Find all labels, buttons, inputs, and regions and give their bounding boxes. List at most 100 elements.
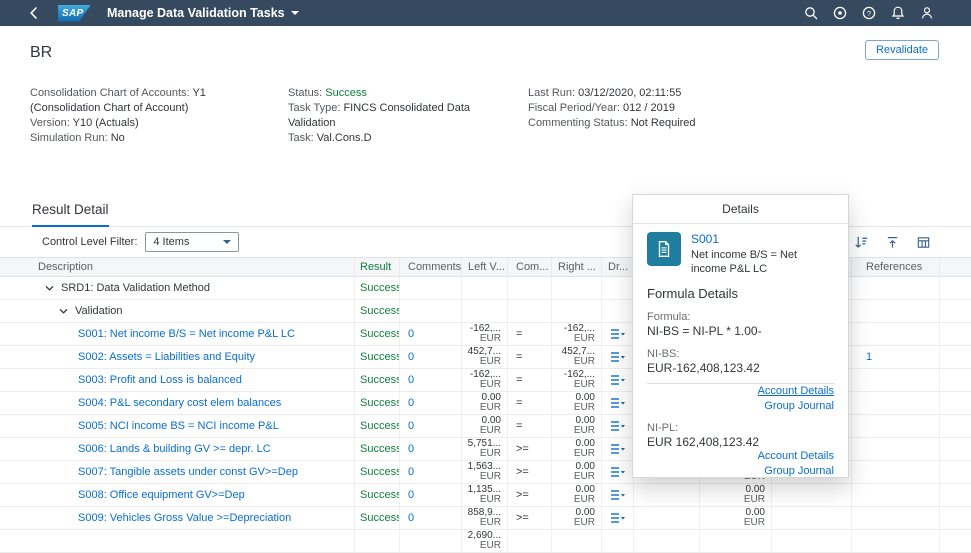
row-description[interactable]: S002: Assets = Liabilities and Equity xyxy=(78,351,255,363)
revalidate-button[interactable]: Revalidate xyxy=(865,40,939,60)
nipl-label: NI-PL: xyxy=(647,422,834,434)
row-description[interactable]: S006: Lands & building GV >= depr. LC xyxy=(78,443,271,455)
page-header: BR Revalidate Consolidation Chart of Acc… xyxy=(0,26,971,170)
column-header[interactable]: Left V... xyxy=(462,258,508,276)
user-profile-icon[interactable] xyxy=(919,5,935,21)
comments-cell xyxy=(400,300,462,322)
tab-result-detail[interactable]: Result Detail xyxy=(32,202,109,226)
right-value-cell: 0.00EUR xyxy=(552,507,602,529)
column-header[interactable]: Dr... xyxy=(602,258,634,276)
row-description[interactable]: S001: Net income B/S = Net income P&L LC xyxy=(78,328,295,340)
drilldown-cell xyxy=(602,461,634,483)
drilldown-menu-icon[interactable] xyxy=(610,420,626,432)
comments-link[interactable]: 0 xyxy=(408,512,414,524)
result-cell: Success xyxy=(355,277,400,299)
notifications-bell-icon[interactable] xyxy=(890,5,906,21)
sap-logo: SAP xyxy=(58,5,91,22)
cell xyxy=(634,507,700,529)
drilldown-menu-icon[interactable] xyxy=(610,351,626,363)
comments-link[interactable]: 0 xyxy=(408,397,414,409)
sort-icon[interactable] xyxy=(854,235,869,250)
table-settings-icon[interactable] xyxy=(916,235,931,250)
search-icon[interactable] xyxy=(803,5,819,21)
account-details-link[interactable]: Account Details xyxy=(647,384,834,399)
comments-link[interactable]: 0 xyxy=(408,351,414,363)
collapse-all-icon[interactable] xyxy=(885,235,900,250)
column-header[interactable]: Result xyxy=(355,258,400,276)
row-description: Validation xyxy=(75,305,123,317)
comments-link[interactable]: 0 xyxy=(408,466,414,478)
description-cell: S006: Lands & building GV >= depr. LC xyxy=(0,438,355,460)
comments-link[interactable]: 0 xyxy=(408,374,414,386)
shell-bar: SAP Manage Data Validation Tasks ? xyxy=(0,0,971,26)
header-info-column: Status: SuccessTask Type: FINCS Consolid… xyxy=(288,86,528,146)
column-header[interactable]: Right ... xyxy=(552,258,602,276)
row-description[interactable]: S003: Profit and Loss is balanced xyxy=(78,374,242,386)
comparison-cell xyxy=(508,300,552,322)
references-cell xyxy=(852,300,940,322)
header-field: Last Run: 03/12/2020, 02:11:55 xyxy=(528,86,921,101)
cell xyxy=(634,530,700,552)
control-level-filter-select[interactable]: 4 Items xyxy=(145,232,239,252)
comments-link[interactable]: 0 xyxy=(408,443,414,455)
reference-link[interactable]: 1 xyxy=(866,351,872,363)
comments-link[interactable]: 0 xyxy=(408,489,414,501)
row-description[interactable]: S009: Vehicles Gross Value >=Depreciatio… xyxy=(78,512,291,524)
left-value-cell xyxy=(462,277,508,299)
column-header[interactable]: Comments xyxy=(400,258,462,276)
row-description[interactable]: S005: NCI income BS = NCI income P&L xyxy=(78,420,279,432)
drilldown-menu-icon[interactable] xyxy=(610,466,626,478)
cell xyxy=(940,438,971,460)
references-cell xyxy=(852,484,940,506)
result-cell: Success xyxy=(355,415,400,437)
row-description[interactable]: S007: Tangible assets under const GV>=De… xyxy=(78,466,298,478)
filter-selected-value: 4 Items xyxy=(153,236,189,248)
header-field-label: Last Run: xyxy=(528,87,578,99)
group-journal-link[interactable]: Group Journal xyxy=(647,399,834,414)
nibs-value: EUR-162,408,123.42 xyxy=(647,361,834,375)
cell xyxy=(940,461,971,483)
drilldown-menu-icon[interactable] xyxy=(610,397,626,409)
comments-link[interactable]: 0 xyxy=(408,328,414,340)
drilldown-menu-icon[interactable] xyxy=(610,443,626,455)
drilldown-cell xyxy=(602,277,634,299)
table-row[interactable]: 2,690...EUR xyxy=(0,530,971,553)
table-row[interactable]: S009: Vehicles Gross Value >=Depreciatio… xyxy=(0,507,971,530)
copilot-icon[interactable] xyxy=(832,5,848,21)
left-value-cell xyxy=(462,300,508,322)
expand-chevron-icon[interactable] xyxy=(44,282,56,294)
result-cell: Success xyxy=(355,392,400,414)
value-cell: 0.00EUR xyxy=(700,507,772,529)
comments-link[interactable]: 0 xyxy=(408,420,414,432)
cell xyxy=(940,346,971,368)
header-info-column: Consolidation Chart of Accounts: Y1 (Con… xyxy=(30,86,288,146)
drilldown-menu-icon[interactable] xyxy=(610,374,626,386)
validation-document-icon xyxy=(647,232,681,266)
drilldown-menu-icon[interactable] xyxy=(610,489,626,501)
column-header[interactable]: Com... xyxy=(508,258,552,276)
back-icon[interactable] xyxy=(26,5,42,21)
popup-item-id-link[interactable]: S001 xyxy=(691,232,834,246)
comments-cell: 0 xyxy=(400,461,462,483)
references-cell xyxy=(852,530,940,552)
help-icon[interactable]: ? xyxy=(861,5,877,21)
expand-chevron-icon[interactable] xyxy=(58,305,70,317)
app-title-menu[interactable]: Manage Data Validation Tasks xyxy=(107,6,299,20)
references-cell xyxy=(852,323,940,345)
row-description[interactable]: S004: P&L secondary cost elem balances xyxy=(78,397,281,409)
popup-item-description: Net income B/S = Net income P&L LC xyxy=(691,248,834,276)
column-header[interactable]: References xyxy=(852,258,940,276)
right-value-cell: -162,...EUR xyxy=(552,369,602,391)
column-header[interactable]: Description xyxy=(0,258,355,276)
group-journal-link[interactable]: Group Journal xyxy=(647,464,834,479)
left-value-cell: 858,9...EUR xyxy=(462,507,508,529)
references-cell xyxy=(852,438,940,460)
row-description[interactable]: S008: Office equipment GV>=Dep xyxy=(78,489,245,501)
drilldown-menu-icon[interactable] xyxy=(610,512,626,524)
drilldown-menu-icon[interactable] xyxy=(610,328,626,340)
header-field-value: Val.Cons.D xyxy=(317,132,372,144)
account-details-link[interactable]: Account Details xyxy=(647,449,834,464)
header-field-value: Not Required xyxy=(631,117,696,129)
right-value-cell: 0.00EUR xyxy=(552,484,602,506)
drilldown-cell xyxy=(602,300,634,322)
